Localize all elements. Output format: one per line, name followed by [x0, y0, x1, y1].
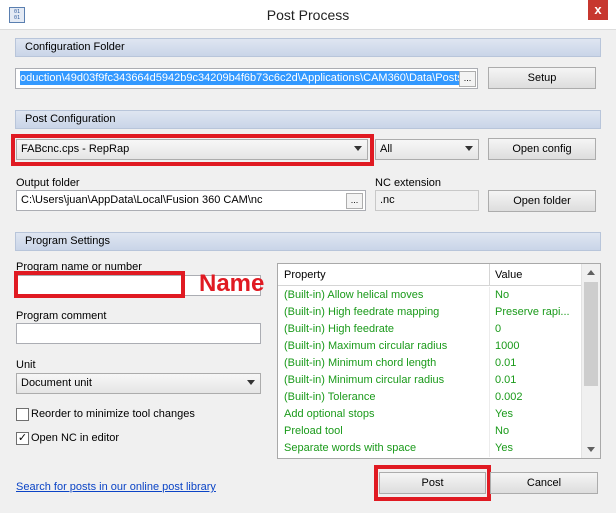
property-row[interactable]: Separate words with space Yes	[278, 440, 581, 457]
scroll-down-arrow-icon[interactable]	[587, 447, 595, 452]
output-folder-field[interactable]: C:\Users\juan\AppData\Local\Fusion 360 C…	[16, 190, 366, 211]
checkmark-icon: ✓	[17, 432, 28, 444]
post-button-highlight	[374, 465, 491, 501]
property-row[interactable]: Add optional stops Yes	[278, 406, 581, 423]
property-name: Separate words with space	[284, 442, 417, 454]
property-row[interactable]: (Built-in) High feedrate 0	[278, 321, 581, 338]
name-annotation: Name	[199, 270, 265, 297]
property-row[interactable]: (Built-in) Allow helical moves No	[278, 287, 581, 304]
value-column-header[interactable]: Value	[495, 269, 522, 281]
row-divider	[489, 304, 490, 321]
program-name-highlight	[14, 271, 185, 298]
output-folder-label: Output folder	[16, 177, 80, 189]
open-config-button[interactable]: Open config	[488, 138, 596, 160]
post-configuration-header: Post Configuration	[15, 110, 601, 129]
program-comment-label: Program comment	[16, 310, 107, 322]
property-grid-header: Property Value	[278, 264, 581, 286]
close-button[interactable]: x	[588, 0, 608, 20]
configuration-folder-path: oduction\49d03f9fc343664d5942b9c34209b4f…	[20, 71, 463, 85]
property-row[interactable]: (Built-in) Tolerance 0.002	[278, 389, 581, 406]
row-divider	[489, 321, 490, 338]
property-value[interactable]: 0.01	[495, 357, 579, 369]
property-value[interactable]: Yes	[495, 442, 579, 454]
chevron-down-icon	[465, 146, 473, 151]
row-divider	[489, 423, 490, 440]
configuration-folder-header: Configuration Folder	[15, 38, 601, 57]
window-title: Post Process	[266, 7, 350, 23]
property-column-header[interactable]: Property	[284, 269, 326, 281]
unit-select[interactable]: Document unit	[16, 373, 261, 394]
open-nc-checkbox[interactable]: ✓	[16, 432, 29, 445]
property-name: (Built-in) Maximum circular radius	[284, 340, 448, 352]
column-divider	[489, 264, 490, 286]
reorder-checkbox[interactable]	[16, 408, 29, 421]
property-grid-scrollbar[interactable]	[581, 264, 600, 458]
property-value[interactable]: Yes	[495, 408, 579, 420]
title-bar: 01 01 Post Process x	[0, 0, 616, 30]
property-name: Add optional stops	[284, 408, 375, 420]
row-divider	[489, 440, 490, 457]
post-filter-value: All	[380, 143, 393, 155]
row-divider	[489, 389, 490, 406]
row-divider	[489, 338, 490, 355]
property-row[interactable]: Preload tool No	[278, 423, 581, 440]
configuration-folder-browse-button[interactable]: ...	[459, 71, 476, 87]
property-row[interactable]: (Built-in) Maximum circular radius 1000	[278, 338, 581, 355]
setup-button[interactable]: Setup	[488, 67, 596, 89]
property-value[interactable]: Preserve rapi...	[495, 306, 579, 318]
scroll-up-arrow-icon[interactable]	[587, 270, 595, 275]
property-name: (Built-in) Minimum chord length	[284, 357, 437, 369]
post-library-link[interactable]: Search for posts in our online post libr…	[16, 481, 216, 493]
open-nc-label: Open NC in editor	[31, 432, 120, 444]
property-row[interactable]: (Built-in) Minimum chord length 0.01	[278, 355, 581, 372]
program-comment-field[interactable]	[16, 323, 261, 344]
chevron-down-icon	[247, 380, 255, 385]
post-select-highlight	[11, 134, 374, 166]
row-divider	[489, 406, 490, 423]
property-row[interactable]: (Built-in) High feedrate mapping Preserve…	[278, 304, 581, 321]
output-folder-browse-button[interactable]: ...	[346, 193, 363, 209]
unit-label: Unit	[16, 359, 36, 371]
row-divider	[489, 372, 490, 389]
property-name: Preload tool	[284, 425, 343, 437]
property-name: (Built-in) Allow helical moves	[284, 289, 424, 301]
nc-extension-field[interactable]: .nc	[375, 190, 479, 211]
property-value[interactable]: No	[495, 425, 579, 437]
property-name: (Built-in) High feedrate mapping	[284, 306, 440, 318]
cancel-button[interactable]: Cancel	[490, 472, 598, 494]
property-name: (Built-in) Minimum circular radius	[284, 374, 445, 386]
open-folder-button[interactable]: Open folder	[488, 190, 596, 212]
configuration-folder-field[interactable]: oduction\49d03f9fc343664d5942b9c34209b4f…	[15, 68, 478, 89]
property-value[interactable]: 0.01	[495, 374, 579, 386]
property-value[interactable]: 0	[495, 323, 579, 335]
post-filter-select[interactable]: All	[375, 139, 479, 160]
reorder-label: Reorder to minimize tool changes	[31, 408, 195, 420]
nc-extension-label: NC extension	[375, 177, 442, 189]
row-divider	[489, 287, 490, 304]
property-grid[interactable]: Property Value (Built-in) Allow helical …	[277, 263, 601, 459]
scrollbar-thumb[interactable]	[584, 282, 598, 386]
row-divider	[489, 355, 490, 372]
unit-select-value: Document unit	[21, 377, 92, 389]
property-name: (Built-in) Tolerance	[284, 391, 376, 403]
property-row[interactable]: (Built-in) Minimum circular radius 0.01	[278, 372, 581, 389]
property-value[interactable]: 0.002	[495, 391, 579, 403]
program-settings-header: Program Settings	[15, 232, 601, 251]
property-name: (Built-in) High feedrate	[284, 323, 395, 335]
property-value[interactable]: 1000	[495, 340, 579, 352]
property-value[interactable]: No	[495, 289, 579, 301]
